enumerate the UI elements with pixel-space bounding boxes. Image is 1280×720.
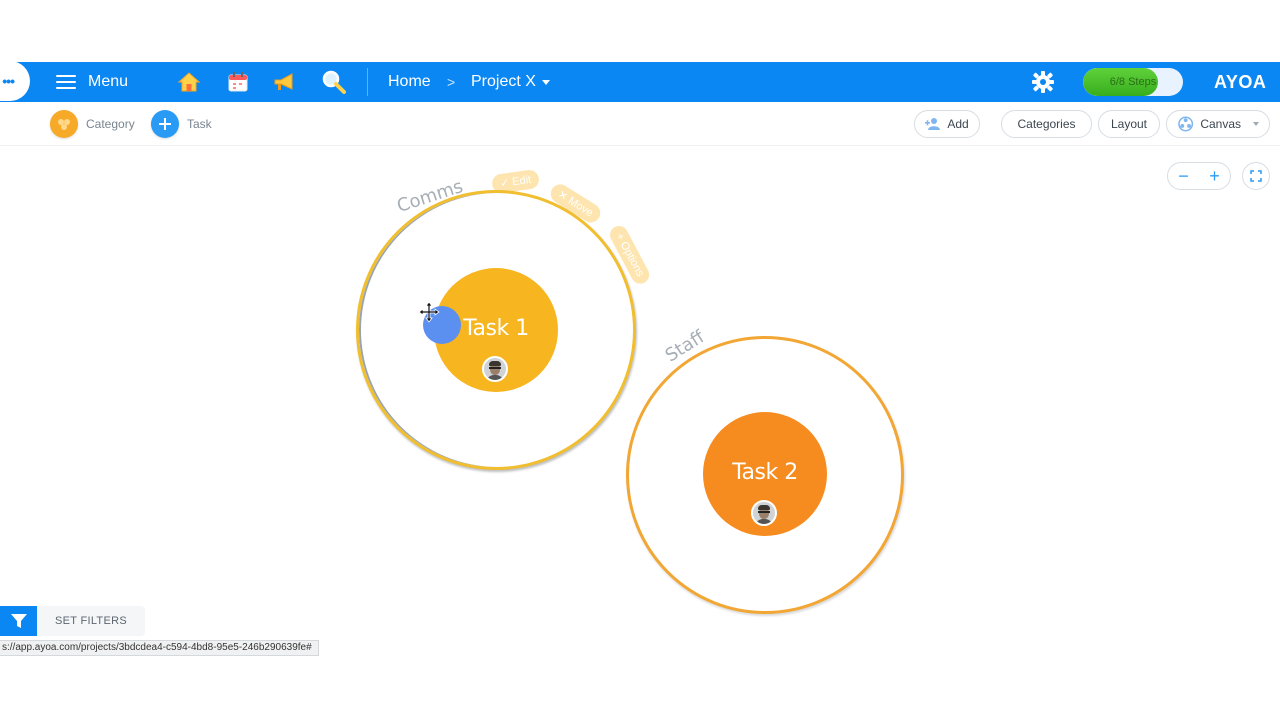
breadcrumb-home[interactable]: Home — [388, 62, 431, 102]
steps-progress-label: 6/8 Steps — [1109, 76, 1157, 88]
megaphone-icon[interactable] — [272, 70, 298, 94]
nav-divider — [367, 68, 368, 96]
plus-icon — [151, 110, 179, 138]
mind-map-canvas[interactable]: ✓ Edit ✕ Move + Options Comms Task 1 Sta… — [0, 146, 1280, 720]
calendar-icon[interactable] — [225, 70, 251, 94]
layout-button[interactable]: Layout — [1098, 110, 1160, 138]
project-name: Project X — [471, 73, 536, 90]
categories-button[interactable]: Categories — [1001, 110, 1092, 138]
set-filters-control[interactable]: SET FILTERS — [0, 606, 145, 636]
canvas-toolbar: Category Task Add Categories Layout Canv… — [0, 102, 1280, 146]
chevron-down-icon — [541, 79, 550, 85]
gear-icon[interactable] — [1030, 69, 1056, 95]
move-cursor-icon — [418, 301, 440, 323]
set-filters-label[interactable]: SET FILTERS — [37, 615, 145, 627]
avatar — [482, 356, 508, 382]
task-name: Task 1 — [463, 315, 529, 341]
menu-button[interactable]: Menu — [56, 62, 128, 102]
category-label: Category — [86, 117, 135, 131]
breadcrumb-project[interactable]: Project X — [471, 62, 550, 102]
home-icon[interactable] — [176, 70, 202, 94]
chat-icon: ••• — [2, 73, 15, 89]
hamburger-icon — [56, 75, 76, 89]
add-user-button[interactable]: Add — [914, 110, 980, 138]
app-root: Menu Home > Project X 6/8 Steps AYOA •••… — [0, 0, 1280, 720]
breadcrumb-separator: > — [447, 74, 456, 90]
add-user-icon — [925, 118, 941, 130]
brand-logo: AYOA — [1214, 71, 1267, 92]
add-category-button[interactable]: Category — [50, 108, 135, 140]
category-icon — [50, 110, 78, 138]
task-bubble-task-2[interactable]: Task 2 — [703, 412, 827, 536]
avatar — [751, 500, 777, 526]
steps-progress[interactable]: 6/8 Steps — [1083, 68, 1183, 96]
canvas-label: Canvas — [1200, 117, 1241, 131]
task-name: Task 2 — [732, 459, 798, 485]
status-bar-url: s://app.ayoa.com/projects/3bdcdea4-c594-… — [0, 640, 319, 656]
canvas-icon — [1178, 116, 1194, 132]
task-label: Task — [187, 117, 212, 131]
add-label: Add — [947, 117, 969, 131]
chevron-down-icon — [1253, 122, 1259, 126]
canvas-view-select[interactable]: Canvas — [1166, 110, 1270, 138]
menu-label: Menu — [88, 73, 129, 90]
search-icon[interactable] — [321, 70, 347, 94]
filter-icon[interactable] — [0, 606, 37, 636]
top-nav-bar: Menu Home > Project X 6/8 Steps AYOA — [0, 62, 1280, 102]
add-task-button[interactable]: Task — [151, 108, 212, 140]
